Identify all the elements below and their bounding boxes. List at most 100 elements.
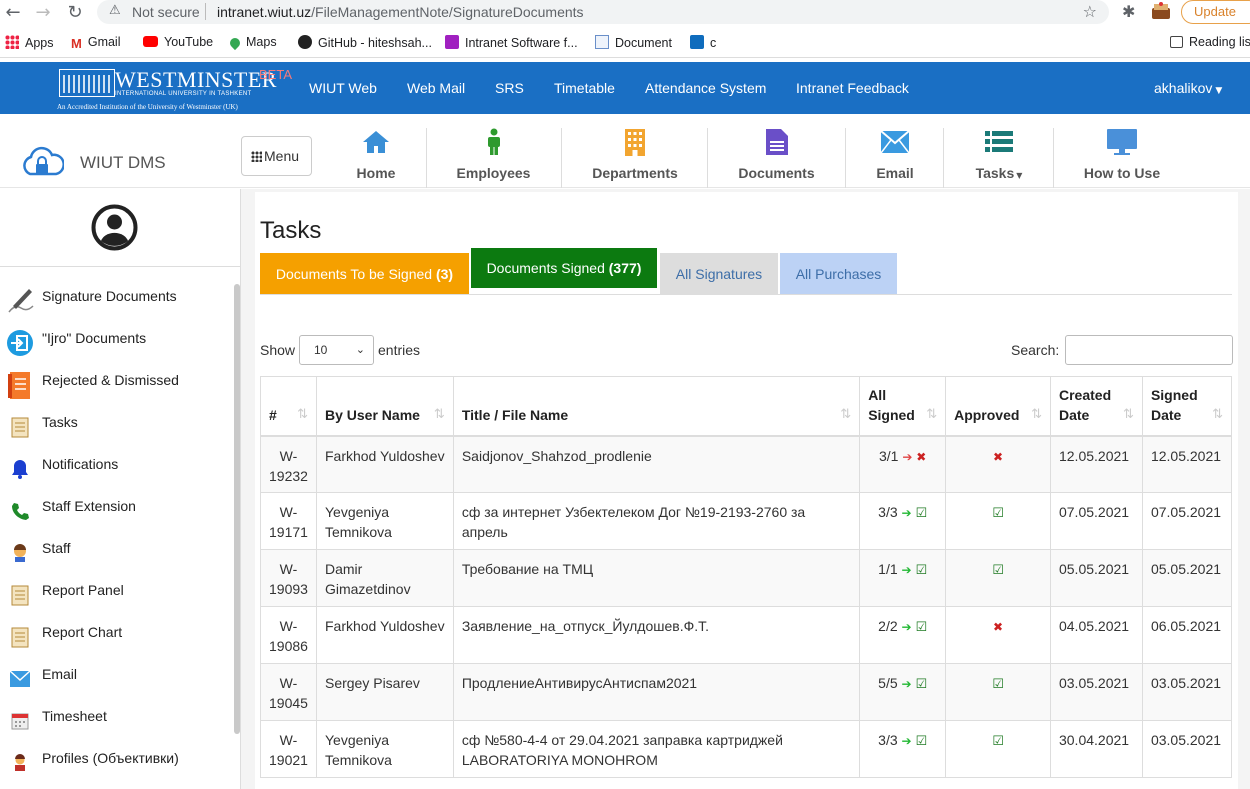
tab-label: All Purchases: [795, 266, 882, 282]
sidebar-item-ijro-documents[interactable]: "Ijro" Documents: [0, 324, 230, 366]
column-header-created-date[interactable]: Created Date ⇅: [1049, 376, 1143, 437]
column-header-approved[interactable]: Approved ⇅: [945, 376, 1051, 437]
extensions-icon[interactable]: ✱: [1122, 2, 1135, 21]
back-icon[interactable]: ←: [2, 2, 24, 24]
top-navbar: WESTMINSTER BETA INTERNATIONAL UNIVERSIT…: [0, 62, 1250, 114]
bookmark-document[interactable]: Document: [595, 35, 672, 50]
cell-title: ПродлениеАнтивирусАнтиспам2021: [452, 663, 861, 721]
user-name: akhalikov: [1154, 80, 1213, 96]
column-header-all-signed[interactable]: All Signed ⇅: [859, 376, 947, 437]
url-path: /FileManagementNote/SignatureDocuments: [311, 4, 584, 20]
column-header-user[interactable]: By User Name ⇅: [315, 376, 454, 437]
sidebar-item-notifications[interactable]: Notifications: [0, 450, 230, 492]
url-text[interactable]: intranet.wiut.uz/FileManagementNote/Sign…: [217, 4, 584, 20]
menu-button[interactable]: Menu: [241, 136, 312, 176]
nav-web-mail[interactable]: Web Mail: [407, 80, 465, 96]
bookmark-outlook[interactable]: c: [690, 35, 716, 50]
tab-all-signatures[interactable]: All Signatures: [660, 253, 778, 295]
sidebar-item-rejected-dismissed[interactable]: Rejected & Dismissed: [0, 366, 230, 408]
cell-title: сф за интернет Узбектелеком Дог №19-2193…: [452, 492, 861, 550]
forward-icon[interactable]: →: [32, 2, 54, 24]
cell-signed-date: 03.05.2021: [1141, 663, 1233, 721]
sort-icon: ⇅: [840, 406, 852, 422]
document-link[interactable]: Saidjonov_Shahzod_prodlenie: [462, 448, 652, 464]
arrow-right-icon: ➔: [901, 734, 912, 748]
sidebar-item-staff[interactable]: Staff: [0, 534, 230, 576]
sidebar-item-profiles[interactable]: Profiles (Объективки): [0, 744, 230, 786]
search-input[interactable]: [1065, 335, 1233, 365]
reload-icon[interactable]: ↻: [64, 2, 86, 24]
bookmark-intranet[interactable]: Intranet Software f...: [445, 35, 578, 50]
sidebar-item-report-chart[interactable]: Report Chart: [0, 618, 230, 660]
nav-timetable[interactable]: Timetable: [554, 80, 615, 96]
cell-created-date: 07.05.2021: [1049, 492, 1143, 550]
sidebar-item-tasks[interactable]: Tasks: [0, 408, 230, 450]
tab-documents-to-be-signed[interactable]: Documents To be Signed (3): [260, 253, 469, 295]
cell-id: W-19021: [260, 720, 317, 778]
document-link[interactable]: Заявление_на_отпуск_Йулдошев.Ф.Т.: [462, 618, 709, 634]
cell-title: Saidjonov_Shahzod_prodlenie: [452, 435, 861, 493]
tab-documents-signed[interactable]: Documents Signed (377): [471, 248, 657, 288]
sidebar-item-label: Rejected & Dismissed: [42, 372, 179, 388]
nav-documents[interactable]: Documents: [728, 128, 825, 188]
table-row[interactable]: W-19232 Farkhod Yuldoshev Saidjonov_Shahzo…: [260, 435, 1233, 493]
bookmark-apps[interactable]: Apps: [5, 35, 54, 50]
nav-attendance-system[interactable]: Attendance System: [645, 80, 766, 96]
document-link[interactable]: сф №580-4-4 от 29.04.2021 заправка картр…: [462, 732, 783, 768]
profile-avatar[interactable]: [1150, 0, 1172, 26]
sidebar-item-staff-extension[interactable]: Staff Extension: [0, 492, 230, 534]
list-icon: [960, 128, 1038, 156]
envelope-icon: [5, 664, 35, 694]
bookmark-github[interactable]: GitHub - hiteshsah...: [298, 35, 432, 50]
nav-email[interactable]: Email: [860, 128, 930, 188]
nav-tasks[interactable]: Tasks ▼: [960, 128, 1038, 188]
column-header-title[interactable]: Title / File Name ⇅: [452, 376, 861, 437]
employee-icon: [445, 128, 542, 156]
sidebar-item-email[interactable]: Email: [0, 660, 230, 702]
document-link[interactable]: Требование на ТМЦ: [462, 561, 593, 577]
bookmark-youtube[interactable]: YouTube: [143, 35, 213, 49]
user-avatar-icon[interactable]: [91, 204, 138, 251]
sidebar-scrollbar[interactable]: [234, 284, 240, 734]
table-row[interactable]: W-19086 Farkhod Yuldoshev Заявление_на_отп…: [260, 606, 1233, 664]
check-square-icon: ☑: [992, 734, 1004, 749]
table-row[interactable]: W-19045 Sergey Pisarev ПродлениеАнтивирусА…: [260, 663, 1233, 721]
sort-icon: ⇅: [433, 406, 445, 422]
address-bar[interactable]: ⚠ Not secure intranet.wiut.uz/FileManage…: [97, 0, 1109, 24]
nav-home[interactable]: Home: [340, 128, 412, 188]
cell-title: сф №580-4-4 от 29.04.2021 заправка картр…: [452, 720, 861, 778]
bookmark-maps[interactable]: Maps: [227, 35, 277, 51]
sidebar-item-timesheet[interactable]: Timesheet: [0, 702, 230, 744]
sidebar-item-label: Profiles (Объективки): [42, 750, 179, 766]
table-row[interactable]: W-19021 Yevgeniya Temnikova сф №580-4-4 от…: [260, 720, 1233, 778]
sidebar-item-label: Signature Documents: [42, 288, 177, 304]
user-menu[interactable]: akhalikov ▼: [1154, 80, 1222, 96]
bookmark-gmail[interactable]: M Gmail: [71, 35, 121, 51]
reading-list[interactable]: Reading lis: [1170, 35, 1250, 49]
person-icon: [5, 538, 35, 568]
nav-srs[interactable]: SRS: [495, 80, 524, 96]
table-row[interactable]: W-19171 Yevgeniya Temnikova сф за интернет…: [260, 492, 1233, 550]
tab-all-purchases[interactable]: All Purchases: [780, 253, 897, 295]
nav-departments[interactable]: Departments: [580, 128, 690, 188]
westminster-logo[interactable]: WESTMINSTER BETA INTERNATIONAL UNIVERSIT…: [55, 65, 300, 113]
sidebar-item-signature-documents[interactable]: Signature Documents: [0, 282, 230, 324]
entries-select[interactable]: 10 ⌄: [299, 335, 374, 365]
table-row[interactable]: W-19093 Damir Gimazetdinov Требование на Т…: [260, 549, 1233, 607]
nav-employees[interactable]: Employees: [445, 128, 542, 188]
bookmark-label: Apps: [25, 36, 54, 50]
bookmarks-bar: Apps M Gmail YouTube Maps GitHub - hitesh…: [0, 28, 1250, 58]
bookmark-star-icon[interactable]: ☆: [1083, 2, 1097, 21]
nav-intranet-feedback[interactable]: Intranet Feedback: [796, 80, 909, 96]
update-button[interactable]: Update: [1181, 0, 1250, 24]
cell-created-date: 03.05.2021: [1049, 663, 1143, 721]
column-header-id[interactable]: # ⇅: [260, 376, 317, 437]
nav-wiut-web[interactable]: WIUT Web: [309, 80, 377, 96]
document-link[interactable]: сф за интернет Узбектелеком Дог №19-2193…: [462, 504, 805, 540]
main-panel: Tasks Documents To be Signed (3) Documen…: [255, 192, 1238, 789]
sidebar-item-report-panel[interactable]: Report Panel: [0, 576, 230, 618]
column-header-signed-date[interactable]: Signed Date ⇅: [1141, 376, 1233, 437]
outlook-icon: [690, 35, 704, 49]
document-link[interactable]: ПродлениеАнтивирусАнтиспам2021: [462, 675, 697, 691]
nav-how-to-use[interactable]: How to Use: [1075, 128, 1169, 188]
